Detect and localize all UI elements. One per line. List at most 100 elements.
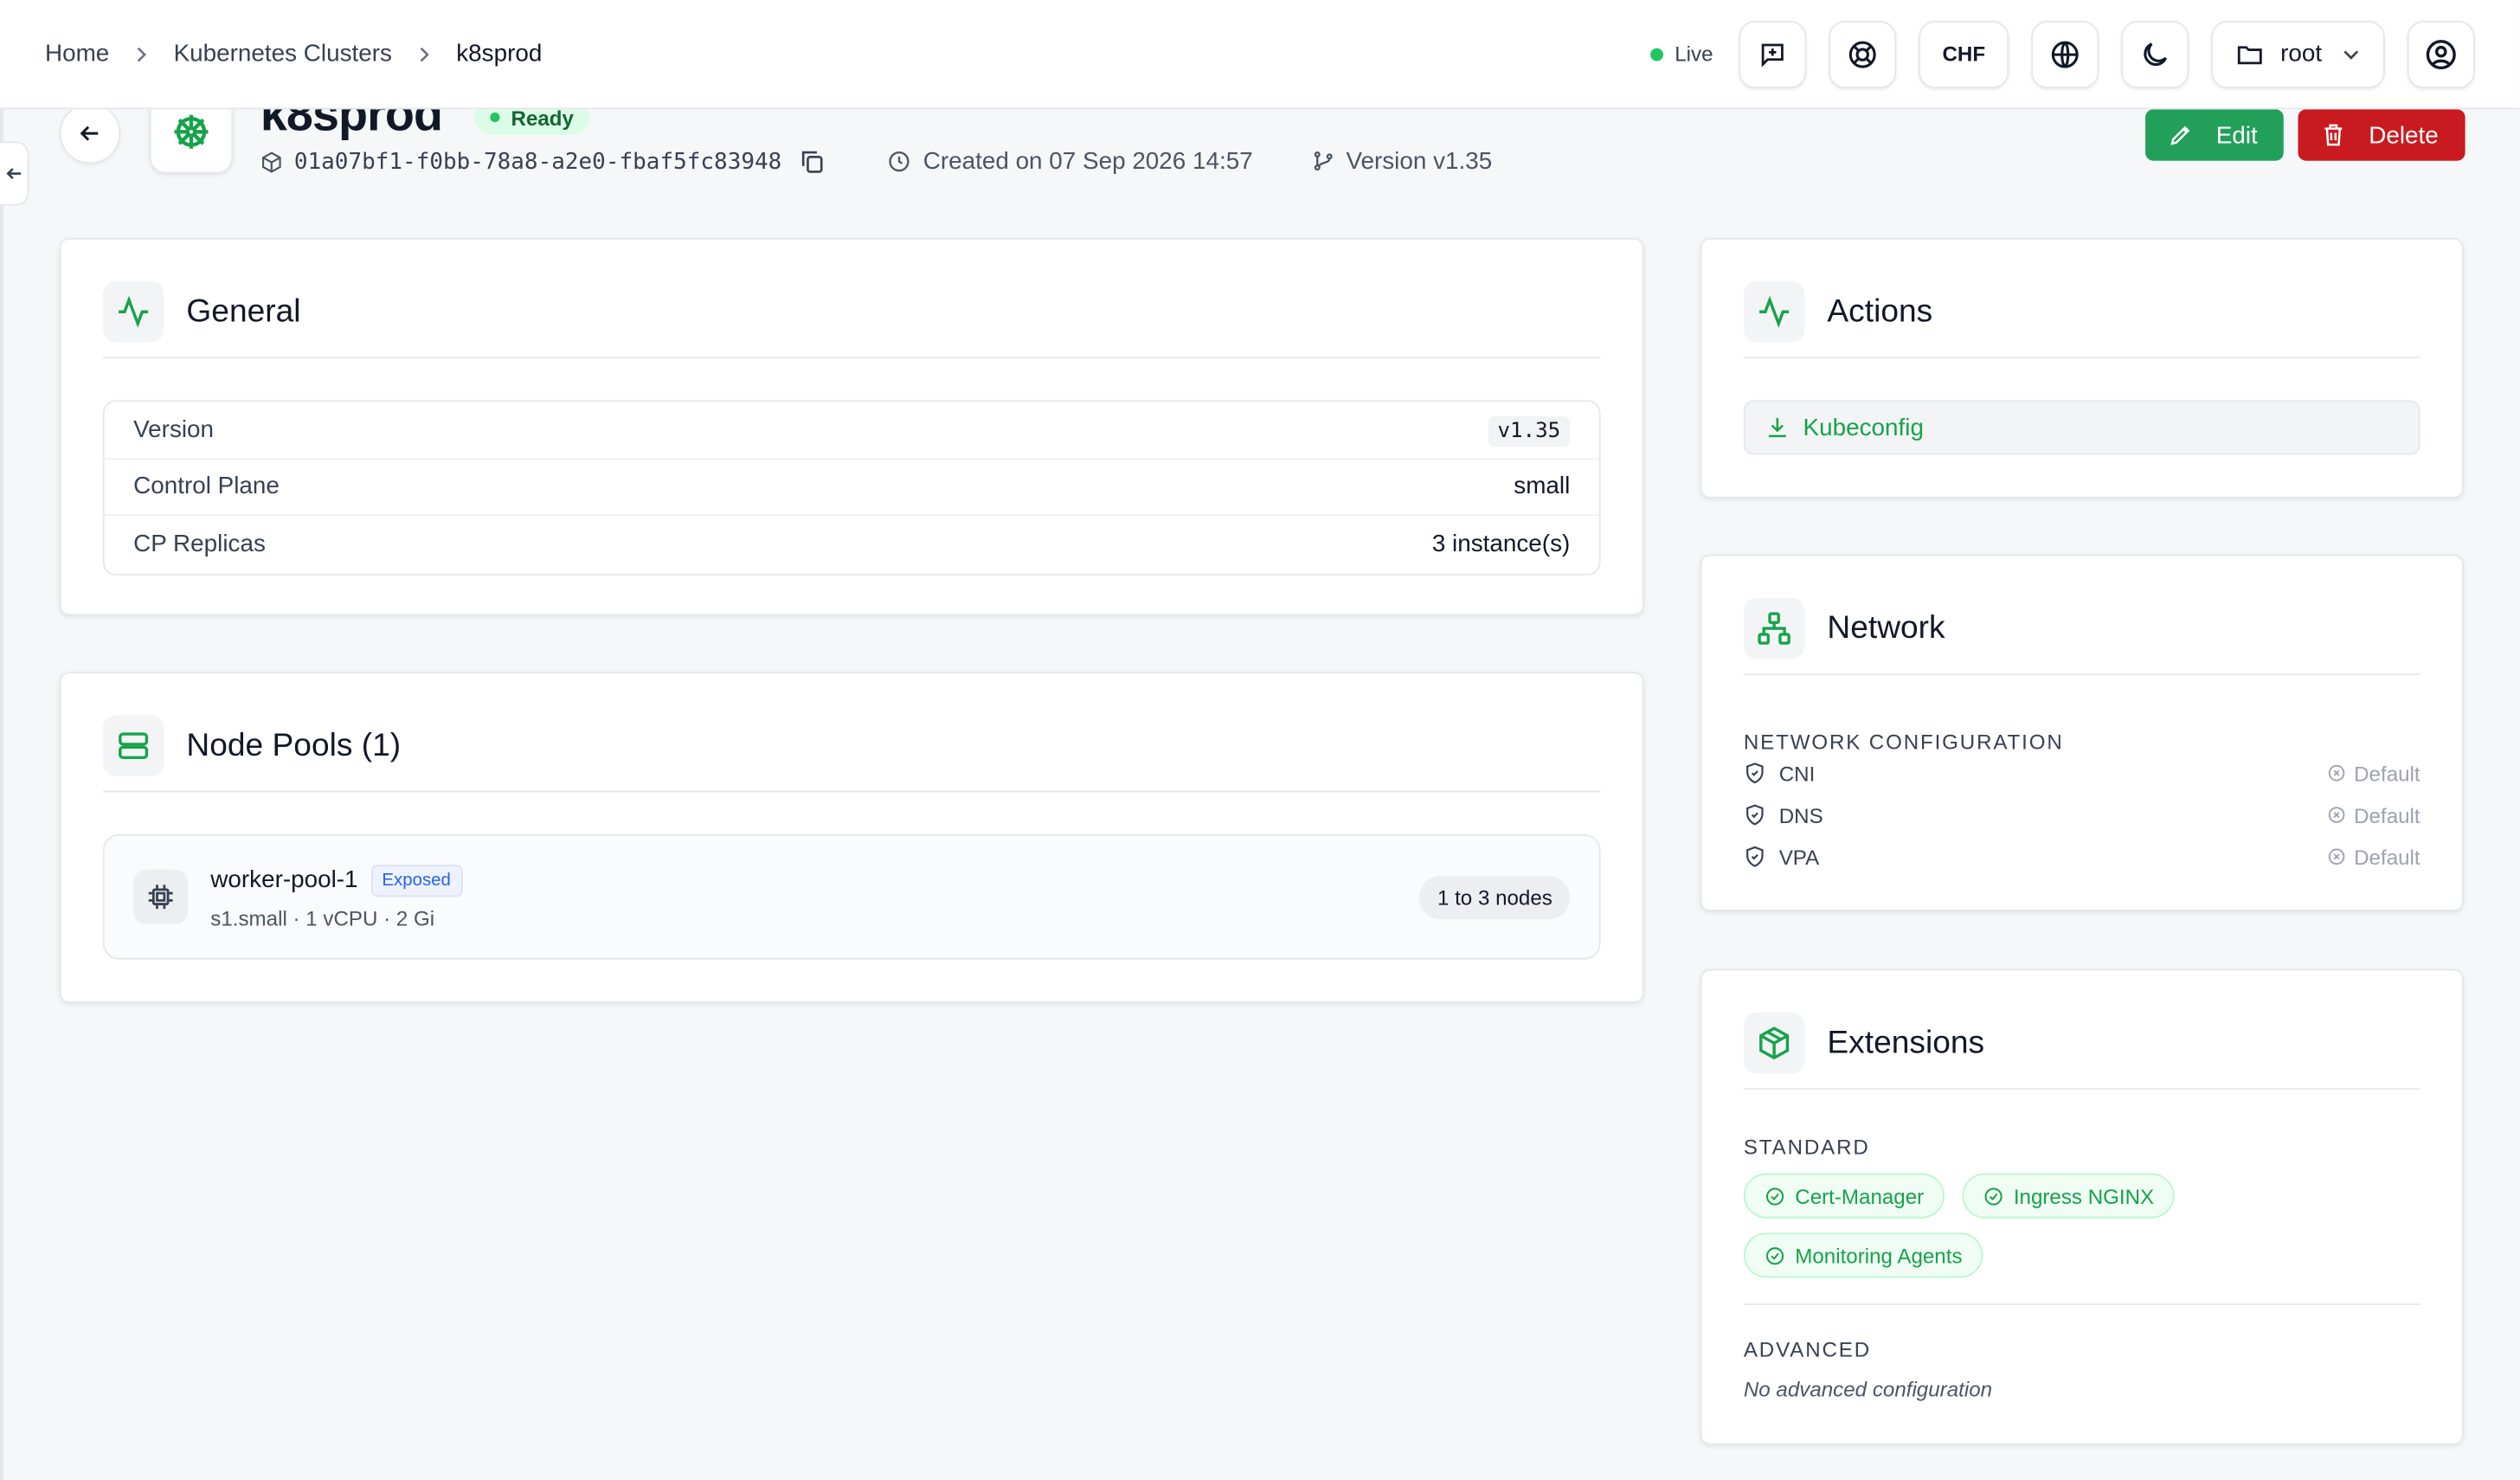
breadcrumb: Home Kubernetes Clusters k8sprod xyxy=(45,40,542,68)
cube-icon xyxy=(262,151,281,172)
user-circle-icon xyxy=(2426,39,2456,69)
row-value: v1.35 xyxy=(1488,415,1571,447)
node-pool-item[interactable]: worker-pool-1 Exposed s1.small · 1 vCPU … xyxy=(102,833,1601,960)
row-label: Control Plane xyxy=(133,473,280,500)
pool-name: worker-pool-1 xyxy=(210,865,358,894)
globe-icon xyxy=(2051,40,2079,68)
network-default: Default xyxy=(2327,803,2420,827)
node-pools-header: Node Pools (1) xyxy=(102,715,1601,793)
support-button[interactable] xyxy=(1829,20,1897,88)
network-row-vpa: VPA Default xyxy=(1744,840,2420,872)
extensions-divider xyxy=(1743,1303,2420,1305)
general-table: Version v1.35 Control Plane small CP Rep… xyxy=(102,400,1601,575)
breadcrumb-clusters[interactable]: Kubernetes Clusters xyxy=(174,40,392,68)
advanced-empty-text: No advanced configuration xyxy=(1743,1377,1993,1402)
project-name: root xyxy=(2280,40,2323,68)
chevron-right-icon xyxy=(415,44,434,63)
git-branch-icon xyxy=(1314,151,1332,171)
general-card: General Version v1.35 Control Plane smal… xyxy=(59,237,1644,616)
network-section-label: NETWORK CONFIGURATION xyxy=(1743,730,2064,754)
general-row-version: Version v1.35 xyxy=(104,402,1599,460)
uid-value: 01a07bf1-f0bb-78a8-a2e0-fbaf5fc83948 xyxy=(293,148,782,175)
x-circle-icon xyxy=(2328,807,2344,823)
message-plus-icon xyxy=(1761,42,1784,67)
row-label: Version xyxy=(133,415,215,444)
activity-icon xyxy=(1743,280,1805,343)
network-label: VPA xyxy=(1778,844,1820,869)
theme-toggle-button[interactable] xyxy=(2121,20,2189,88)
delete-label: Delete xyxy=(2369,121,2439,149)
back-button[interactable] xyxy=(59,102,121,164)
account-button[interactable] xyxy=(2407,20,2475,88)
top-actions: Live CHF root xyxy=(1650,20,2475,88)
feedback-button[interactable] xyxy=(1739,20,1807,88)
sidebar-rail xyxy=(0,109,3,1480)
general-row-cp-replicas: CP Replicas 3 instance(s) xyxy=(105,516,1599,573)
project-selector[interactable]: root xyxy=(2211,20,2385,88)
edit-button[interactable]: Edit xyxy=(2145,109,2284,161)
x-circle-icon xyxy=(2328,848,2344,865)
pool-spec: s1.small · 1 vCPU · 2 Gi xyxy=(210,905,435,930)
network-value: Default xyxy=(2354,844,2420,869)
cluster-uid: 01a07bf1-f0bb-78a8-a2e0-fbaf5fc83948 xyxy=(260,148,826,176)
edit-label: Edit xyxy=(2215,121,2258,149)
extension-label: Monitoring Agents xyxy=(1795,1243,1963,1268)
network-header: Network xyxy=(1743,597,2420,675)
kubeconfig-button[interactable]: Kubeconfig xyxy=(1743,400,2420,455)
extension-label: Cert-Manager xyxy=(1795,1183,1925,1208)
folder-icon xyxy=(2237,45,2262,64)
extension-cert-manager: Cert-Manager xyxy=(1743,1173,1945,1219)
row-value: 3 instance(s) xyxy=(1431,531,1571,558)
clock-icon xyxy=(890,151,910,172)
chevron-right-icon xyxy=(132,44,151,63)
cpu-icon xyxy=(133,869,189,924)
nodes-count-badge: 1 to 3 nodes xyxy=(1419,875,1571,919)
shield-check-icon xyxy=(1746,763,1764,784)
breadcrumb-home[interactable]: Home xyxy=(45,40,109,68)
network-title: Network xyxy=(1827,610,1945,647)
live-dot-icon xyxy=(1650,47,1664,61)
created-label: Created on 07 Sep 2026 14:57 xyxy=(922,147,1253,176)
sidebar-toggle[interactable] xyxy=(0,141,29,206)
extension-monitoring-agents: Monitoring Agents xyxy=(1743,1232,1983,1278)
cluster-meta: 01a07bf1-f0bb-78a8-a2e0-fbaf5fc83948 Cre… xyxy=(260,147,1493,176)
delete-button[interactable]: Delete xyxy=(2298,109,2465,161)
extension-ingress-nginx: Ingress NGINX xyxy=(1962,1173,2176,1219)
extensions-header: Extensions xyxy=(1743,1012,2420,1091)
check-circle-icon xyxy=(1765,1246,1784,1264)
node-pools-title: Node Pools (1) xyxy=(186,728,402,764)
pool-name-row: worker-pool-1 Exposed xyxy=(210,864,462,897)
trash-icon xyxy=(2324,124,2343,146)
check-circle-icon xyxy=(1984,1187,2002,1205)
network-row-cni: CNI Default xyxy=(1744,757,2420,789)
kubeconfig-label: Kubeconfig xyxy=(1803,414,1924,441)
copy-icon[interactable] xyxy=(800,148,827,176)
lifebuoy-icon xyxy=(1848,40,1876,68)
currency-button[interactable]: CHF xyxy=(1919,20,2009,88)
activity-icon xyxy=(102,280,164,343)
general-card-header: General xyxy=(102,280,1601,359)
network-default: Default xyxy=(2327,845,2420,869)
shield-check-icon xyxy=(1746,804,1764,826)
version-code: v1.35 xyxy=(1488,415,1571,447)
version-label: Version v1.35 xyxy=(1346,147,1493,176)
advanced-label: ADVANCED xyxy=(1743,1337,1872,1361)
check-circle-icon xyxy=(1765,1187,1784,1205)
chevron-down-icon xyxy=(2343,49,2359,59)
server-icon xyxy=(102,715,164,776)
created-date: Created on 07 Sep 2026 14:57 xyxy=(888,147,1253,176)
live-indicator: Live xyxy=(1650,42,1713,66)
pool-info: worker-pool-1 Exposed s1.small · 1 vCPU … xyxy=(210,864,462,930)
language-button[interactable] xyxy=(2031,20,2099,88)
row-value: small xyxy=(1514,473,1571,500)
network-label: DNS xyxy=(1778,802,1823,827)
actions-card: Actions Kubeconfig xyxy=(1700,237,2464,499)
x-circle-icon xyxy=(2328,764,2344,782)
page-root: Home Kubernetes Clusters k8sprod Live CH… xyxy=(0,0,2520,1480)
actions-title: Actions xyxy=(1827,293,1933,330)
extensions-title: Extensions xyxy=(1827,1025,1985,1061)
arrow-left-icon xyxy=(80,125,99,141)
breadcrumb-current: k8sprod xyxy=(456,40,543,68)
standard-label: STANDARD xyxy=(1743,1135,1870,1159)
network-label: CNI xyxy=(1778,761,1816,786)
